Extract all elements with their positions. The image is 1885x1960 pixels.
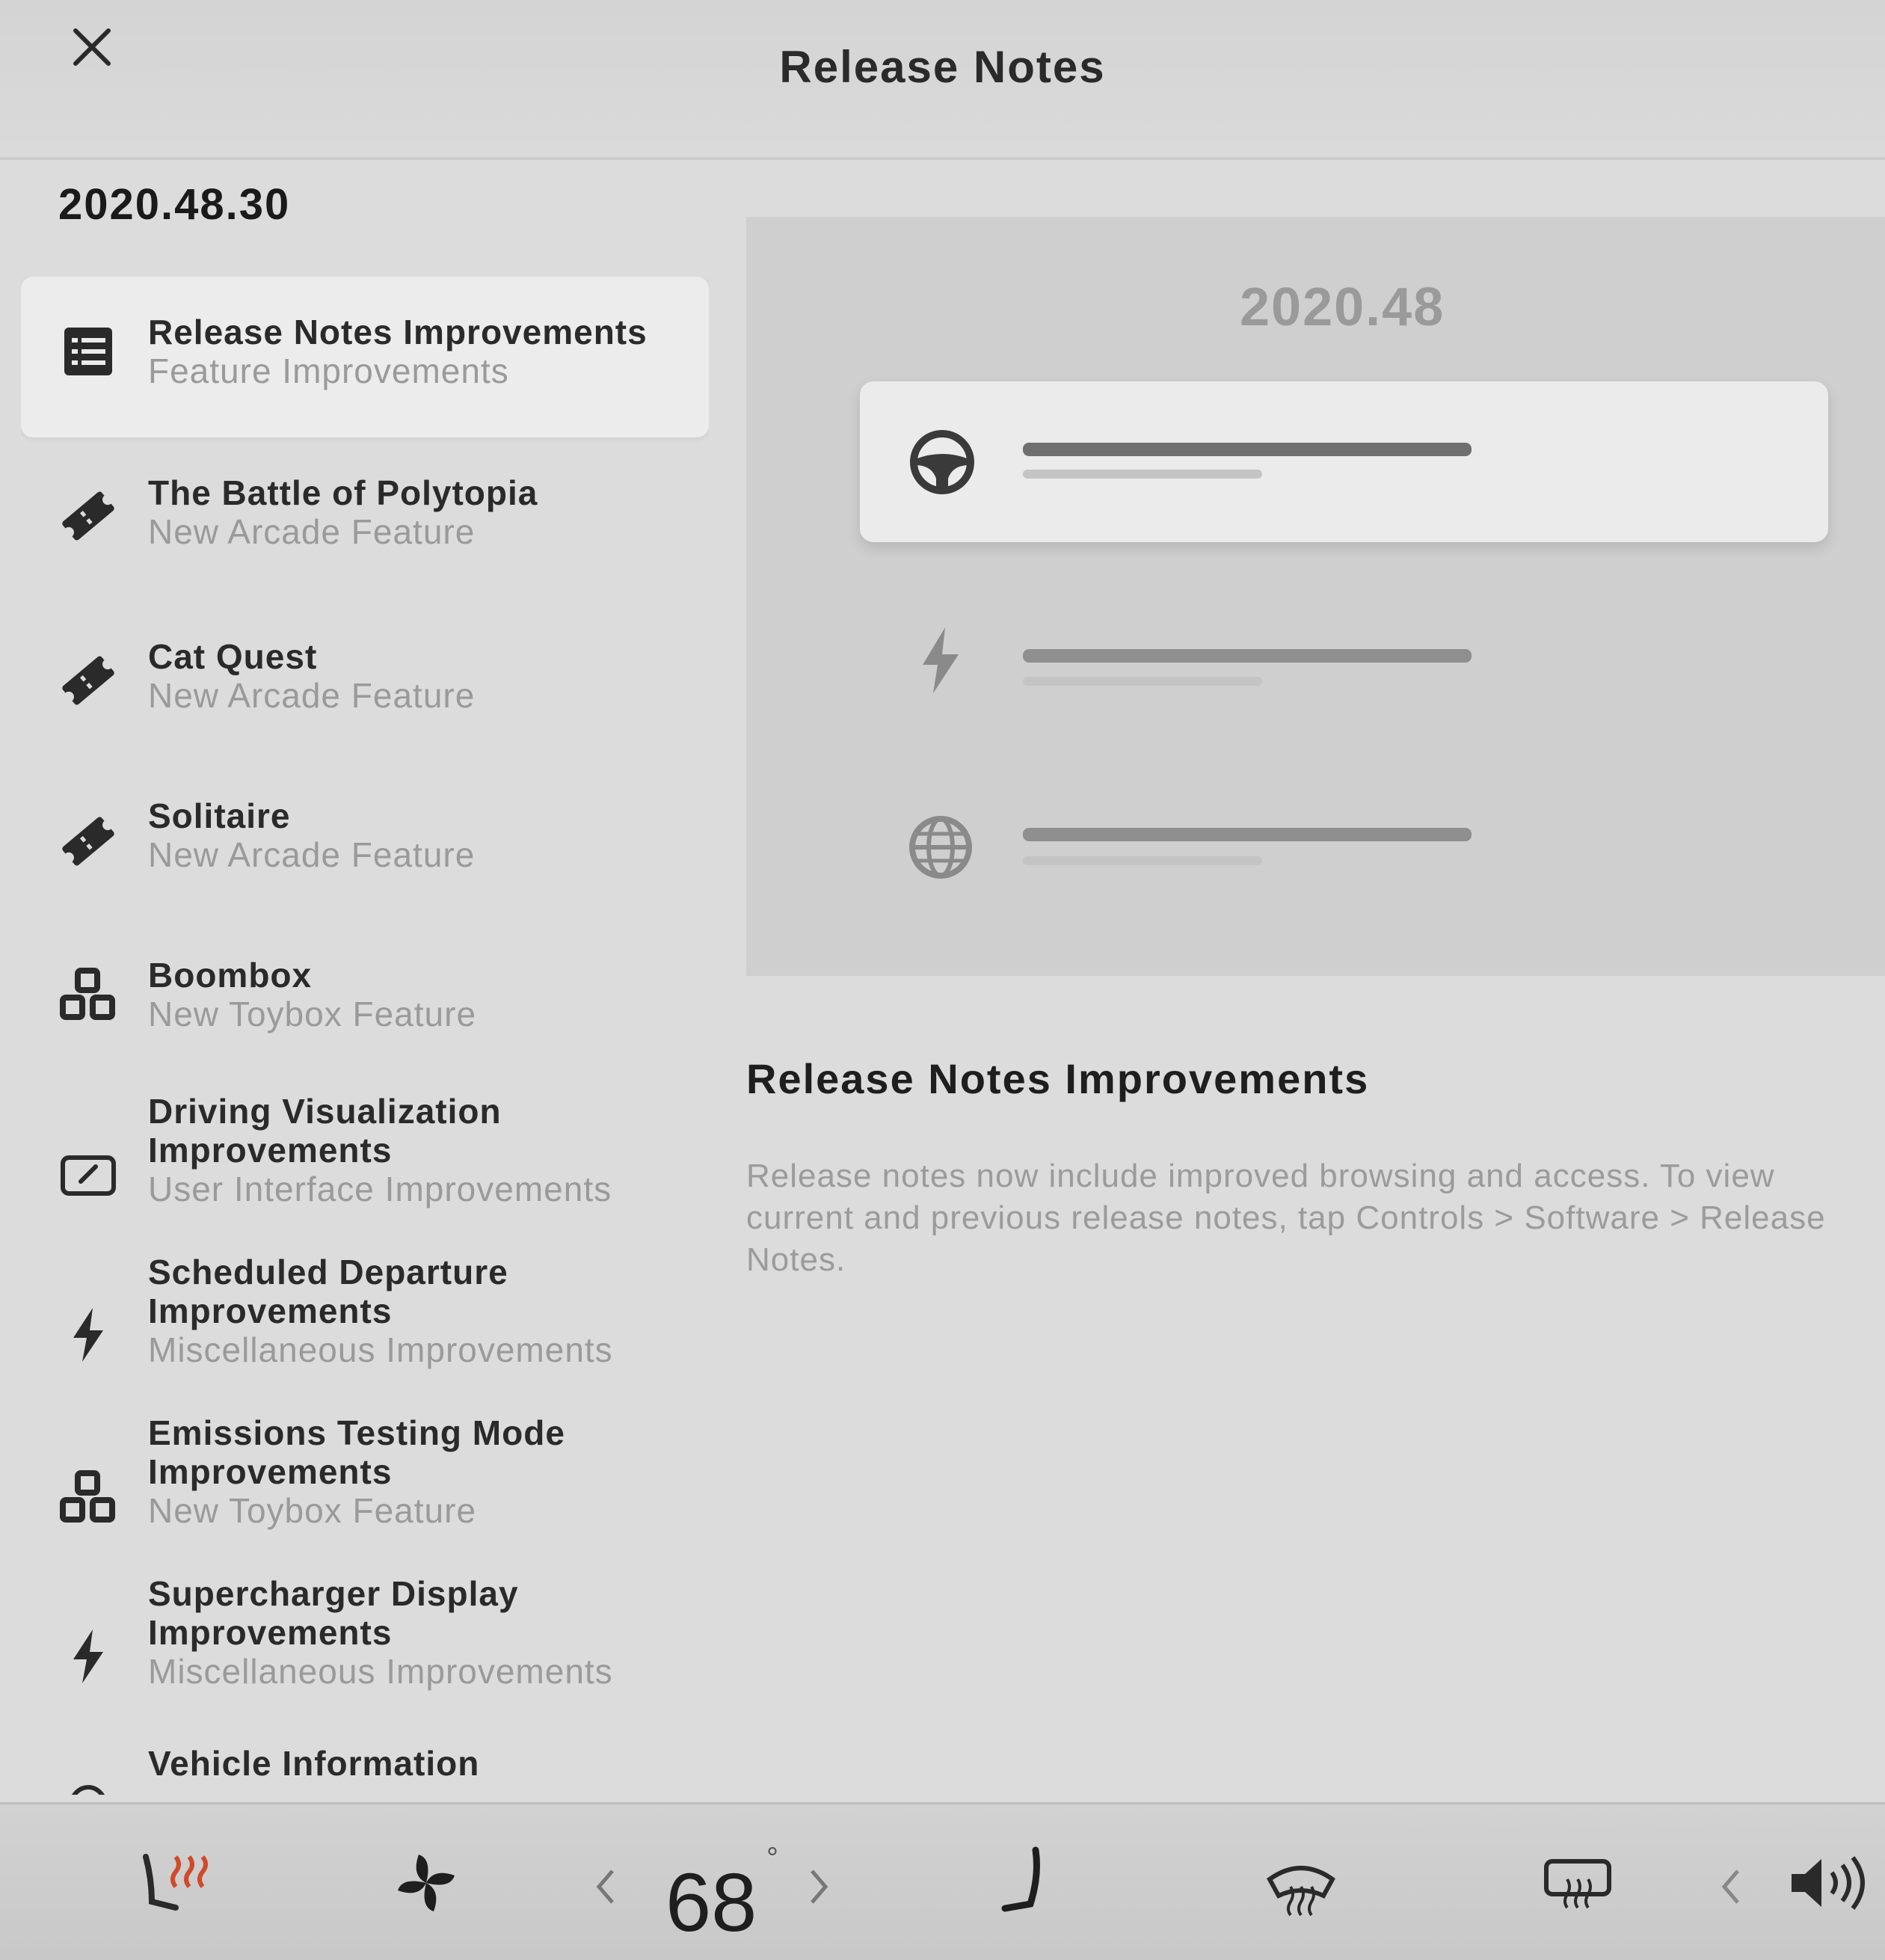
list-item-subtitle: User Interface Improvements bbox=[148, 1170, 612, 1208]
chevron-left-icon bbox=[1721, 1870, 1739, 1904]
list-item-title: Emissions Testing Mode Improvements bbox=[148, 1413, 565, 1491]
release-notes-preview: 2020.48 bbox=[746, 217, 1885, 976]
temp-decrease-button[interactable] bbox=[594, 1868, 617, 1905]
temperature-value: 68 bbox=[665, 1857, 757, 1949]
seat-icon bbox=[1001, 1846, 1040, 1912]
bolt-icon bbox=[905, 624, 977, 696]
list-item-boombox[interactable]: Boombox New Toybox Feature bbox=[21, 920, 709, 1081]
climate-bar: 68 ° bbox=[0, 1802, 1885, 1960]
list-item-subtitle: New Arcade Feature bbox=[148, 512, 476, 551]
ticket-icon bbox=[57, 485, 120, 547]
list-item-subtitle: New Arcade Feature bbox=[148, 676, 476, 715]
seat-heater-left-button[interactable] bbox=[138, 1849, 213, 1917]
car-icon bbox=[57, 1765, 120, 1795]
list-item-release-notes-improvements[interactable]: Release Notes Improvements Feature Impro… bbox=[21, 277, 709, 437]
blocks-icon bbox=[57, 963, 120, 1026]
front-defrost-icon bbox=[1267, 1866, 1335, 1917]
release-notes-list[interactable]: Release Notes Improvements Feature Impro… bbox=[21, 277, 709, 1795]
list-item-subtitle: Miscellaneous Improvements bbox=[148, 1652, 613, 1691]
list-item-title: Driving Visualization Improvements bbox=[148, 1092, 502, 1170]
list-item-title: Boombox bbox=[148, 956, 313, 995]
ticket-icon bbox=[57, 649, 120, 712]
bolt-icon bbox=[57, 1625, 120, 1688]
list-item-title: Scheduled Departure Improvements bbox=[148, 1253, 508, 1330]
preview-title-bar bbox=[1023, 828, 1472, 841]
detail-body: Release notes now include improved brows… bbox=[746, 1158, 1826, 1278]
list-item-title: The Battle of Polytopia bbox=[148, 473, 538, 512]
preview-title-bar bbox=[1023, 649, 1472, 663]
list-item-title: Cat Quest bbox=[148, 637, 318, 676]
front-defrost-button[interactable] bbox=[1264, 1849, 1338, 1917]
list-item-title: Release Notes Improvements bbox=[148, 313, 648, 351]
list-item-subtitle: New Toybox Feature bbox=[148, 1491, 477, 1530]
volume-down-button[interactable] bbox=[1720, 1868, 1742, 1905]
preview-subtitle-bar bbox=[1023, 856, 1262, 865]
preview-title-bar bbox=[1023, 443, 1472, 456]
fan-icon bbox=[398, 1855, 455, 1911]
top-bar: Release Notes bbox=[0, 0, 1885, 160]
volume-button[interactable] bbox=[1787, 1853, 1869, 1913]
list-item-solitaire[interactable]: Solitaire New Arcade Feature bbox=[21, 759, 709, 920]
steering-wheel-icon bbox=[906, 426, 978, 498]
list-item-subtitle: Miscellaneous Improvements bbox=[148, 1330, 613, 1369]
list-item-polytopia[interactable]: The Battle of Polytopia New Arcade Featu… bbox=[21, 437, 709, 598]
seat-heater-right-button[interactable] bbox=[994, 1846, 1054, 1920]
page-title: Release Notes bbox=[779, 42, 1106, 92]
ticket-icon bbox=[57, 810, 120, 873]
temp-increase-button[interactable] bbox=[808, 1868, 830, 1905]
preview-card-selected bbox=[860, 381, 1828, 542]
blocks-icon bbox=[57, 1466, 120, 1529]
list-item-scheduled-departure[interactable]: Scheduled Departure Improvements Miscell… bbox=[21, 1253, 709, 1413]
list-item-cat-quest[interactable]: Cat Quest New Arcade Feature bbox=[21, 598, 709, 759]
list-icon bbox=[57, 320, 120, 383]
list-item-subtitle: New Toybox Feature bbox=[148, 995, 477, 1033]
list-item-title: Supercharger Display Improvements bbox=[148, 1574, 519, 1652]
list-item-subtitle: New Arcade Feature bbox=[148, 835, 476, 874]
software-version: 2020.48.30 bbox=[58, 180, 291, 229]
list-item-title: Solitaire bbox=[148, 796, 291, 835]
list-item-vehicle-information[interactable]: Vehicle Information bbox=[21, 1735, 709, 1795]
rear-defrost-button[interactable] bbox=[1540, 1849, 1615, 1917]
list-item-title: Vehicle Information bbox=[148, 1744, 480, 1783]
list-item-driving-visualization[interactable]: Driving Visualization Improvements User … bbox=[21, 1092, 709, 1253]
preview-version: 2020.48 bbox=[1240, 277, 1445, 337]
preview-subtitle-bar bbox=[1023, 470, 1262, 479]
temperature-degree: ° bbox=[766, 1842, 778, 1875]
display-icon bbox=[57, 1144, 120, 1207]
list-item-emissions-testing[interactable]: Emissions Testing Mode Improvements New … bbox=[21, 1413, 709, 1574]
speaker-icon bbox=[1792, 1856, 1865, 1910]
globe-icon bbox=[905, 811, 977, 883]
chevron-left-icon bbox=[596, 1870, 614, 1904]
preview-subtitle-bar bbox=[1023, 677, 1262, 686]
list-item-subtitle: Feature Improvements bbox=[148, 351, 509, 390]
detail-title: Release Notes Improvements bbox=[746, 1055, 1370, 1102]
rear-defrost-icon bbox=[1544, 1859, 1611, 1909]
bolt-icon bbox=[57, 1303, 120, 1366]
fan-button[interactable] bbox=[389, 1846, 464, 1920]
seat-heat-icon bbox=[143, 1854, 208, 1911]
chevron-right-icon bbox=[811, 1870, 828, 1904]
list-item-supercharger-display[interactable]: Supercharger Display Improvements Miscel… bbox=[21, 1574, 709, 1735]
